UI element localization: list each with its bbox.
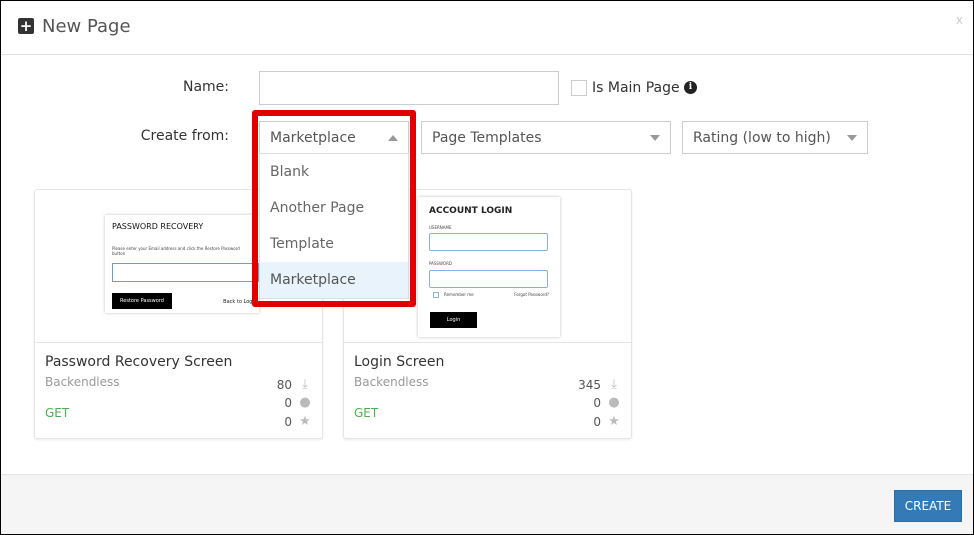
- stars-stat: 0 ★: [593, 414, 621, 429]
- comments-count: 0: [593, 395, 601, 410]
- thumb-checkbox: [433, 292, 439, 298]
- dialog-footer: [1, 474, 973, 534]
- name-input[interactable]: [259, 71, 559, 105]
- sort-value: Rating (low to high): [693, 130, 831, 146]
- thumb-button: Restore Password: [112, 293, 172, 309]
- download-icon: ⤓: [611, 377, 617, 392]
- downloads-count: 80: [276, 377, 292, 392]
- thumb-input: [112, 263, 259, 282]
- create-from-label: Create from:: [140, 128, 229, 144]
- comment-icon: ●: [608, 395, 620, 410]
- get-link[interactable]: GET: [354, 406, 378, 420]
- create-button[interactable]: CREATE: [894, 490, 962, 522]
- downloads-stat: 80 ⤓: [277, 377, 312, 392]
- plus-square-icon: +: [18, 17, 34, 35]
- sort-select[interactable]: Rating (low to high): [682, 121, 868, 154]
- dialog-header: + New Page x: [1, 1, 973, 55]
- thumb-password-label: PASSWORD: [429, 261, 452, 266]
- thumb-heading: ACCOUNT LOGIN: [429, 206, 513, 216]
- card-title: Password Recovery Screen: [45, 354, 233, 370]
- downloads-count: 345: [578, 377, 601, 392]
- thumb-heading: PASSWORD RECOVERY: [112, 222, 204, 231]
- dialog-title: New Page: [42, 16, 131, 37]
- card-author: Backendless: [45, 375, 120, 389]
- comments-count: 0: [284, 395, 292, 410]
- downloads-stat: 345 ⤓: [578, 377, 621, 392]
- stars-stat: 0 ★: [284, 414, 312, 429]
- thumb-remember: Remember me: [444, 292, 474, 297]
- is-main-page-label: Is Main Page: [592, 80, 680, 96]
- category-select[interactable]: Page Templates: [421, 121, 671, 154]
- comment-icon: ●: [299, 395, 311, 410]
- card-thumbnail: PASSWORD RECOVERY Please enter your Emai…: [105, 215, 259, 313]
- caret-down-icon: [650, 135, 660, 141]
- star-icon: ★: [608, 414, 620, 429]
- comments-stat: 0 ●: [284, 395, 312, 410]
- highlight-box: [252, 110, 416, 307]
- thumb-text: Please enter your Email address and clic…: [112, 246, 240, 256]
- thumb-username-label: USERNAME: [429, 225, 452, 230]
- name-label: Name:: [182, 79, 229, 95]
- is-main-page-checkbox[interactable]: [571, 80, 587, 96]
- card-title: Login Screen: [354, 354, 445, 370]
- thumb-username-input: [429, 233, 548, 251]
- stars-count: 0: [593, 414, 601, 429]
- card-thumbnail: ACCOUNT LOGIN USERNAME PASSWORD Remember…: [418, 197, 560, 337]
- close-button[interactable]: x: [956, 13, 963, 27]
- info-icon[interactable]: i: [684, 81, 697, 94]
- star-icon: ★: [299, 414, 311, 429]
- card-author: Backendless: [354, 375, 429, 389]
- thumb-forgot: Forgot Password?: [514, 292, 549, 297]
- comments-stat: 0 ●: [593, 395, 621, 410]
- thumb-password-input: [429, 270, 548, 288]
- category-value: Page Templates: [432, 130, 542, 146]
- get-link[interactable]: GET: [45, 406, 69, 420]
- thumb-button: Login: [430, 312, 477, 328]
- caret-down-icon: [847, 135, 857, 141]
- stars-count: 0: [284, 414, 292, 429]
- download-icon: ⤓: [302, 377, 308, 392]
